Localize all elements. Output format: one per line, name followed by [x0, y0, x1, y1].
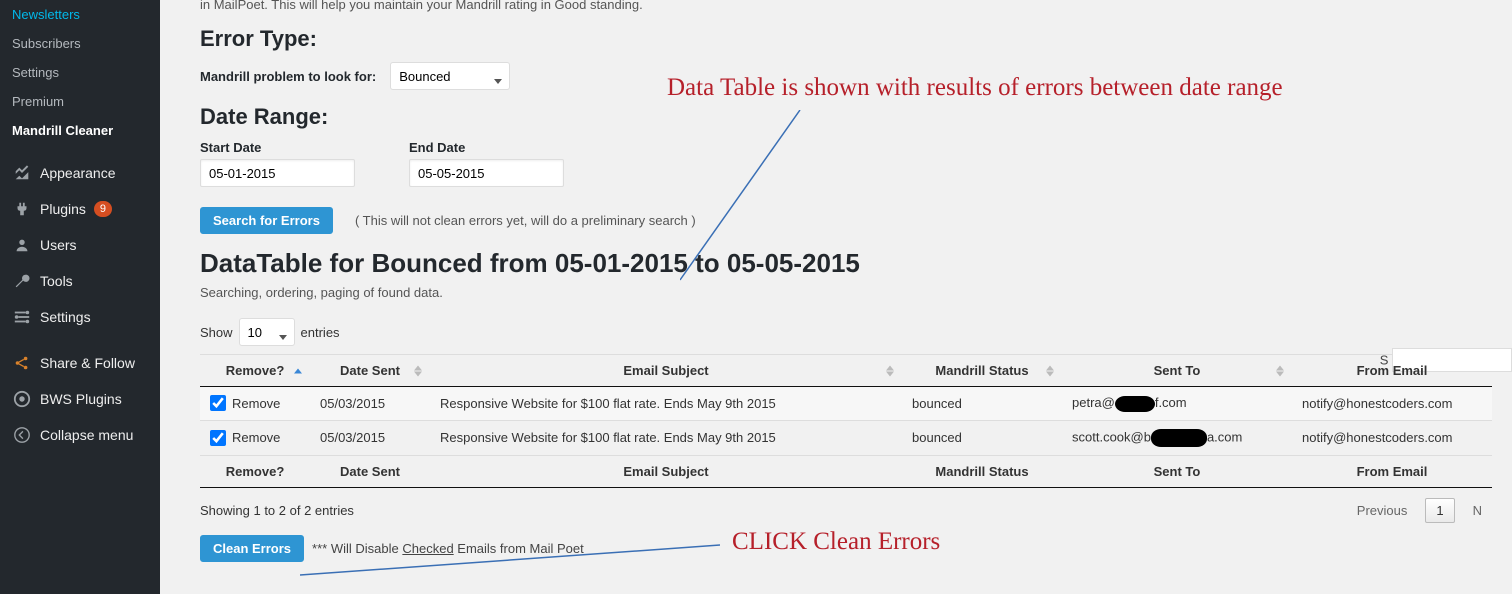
sidebar-item-share-follow[interactable]: Share & Follow	[0, 345, 160, 381]
sidebar-item-label: Settings	[40, 309, 91, 325]
sort-icon	[1046, 365, 1054, 376]
cell-sent-to: petra@f.com	[1062, 387, 1292, 421]
sort-icon	[414, 365, 422, 376]
entries-label: entries	[301, 325, 340, 340]
users-icon	[12, 235, 32, 255]
date-range-heading: Date Range:	[200, 104, 1492, 130]
plugins-icon	[12, 199, 32, 219]
sidebar-item-premium[interactable]: Premium	[0, 87, 160, 116]
error-type-heading: Error Type:	[200, 26, 1492, 52]
start-date-input[interactable]	[200, 159, 355, 187]
start-date-label: Start Date	[200, 140, 355, 155]
datatable-info: Showing 1 to 2 of 2 entries	[200, 503, 354, 518]
sidebar-item-plugins[interactable]: Plugins 9	[0, 191, 160, 227]
cell-status: bounced	[902, 420, 1062, 455]
remove-checkbox[interactable]	[210, 430, 226, 446]
table-row: Remove 05/03/2015 Responsive Website for…	[200, 420, 1492, 455]
collapse-menu[interactable]: Collapse menu	[0, 417, 160, 453]
datatable-subtitle: Searching, ordering, paging of found dat…	[200, 285, 1492, 300]
remove-text: Remove	[232, 430, 280, 445]
foot-status: Mandrill Status	[902, 455, 1062, 487]
foot-sent-to: Sent To	[1062, 455, 1292, 487]
collapse-label: Collapse menu	[40, 427, 133, 443]
sidebar-item-settings[interactable]: Settings	[0, 299, 160, 335]
datatable-title: DataTable for Bounced from 05-01-2015 to…	[200, 248, 1492, 279]
sort-icon	[294, 368, 302, 373]
plugins-update-badge: 9	[94, 201, 112, 217]
sidebar-item-subscribers[interactable]: Subscribers	[0, 29, 160, 58]
cell-date: 05/03/2015	[310, 420, 430, 455]
table-row: Remove 05/03/2015 Responsive Website for…	[200, 387, 1492, 421]
foot-from: From Email	[1292, 455, 1492, 487]
errors-table: Remove? Date Sent Email Subject Mandrill…	[200, 354, 1492, 488]
sidebar-item-label: Share & Follow	[40, 355, 135, 371]
col-remove[interactable]: Remove?	[200, 355, 310, 387]
remove-text: Remove	[232, 396, 280, 411]
cell-from: notify@honestcoders.com	[1292, 387, 1492, 421]
cell-subject: Responsive Website for $100 flat rate. E…	[430, 387, 902, 421]
remove-checkbox-label[interactable]: Remove	[210, 395, 300, 411]
paginate-previous[interactable]: Previous	[1347, 499, 1418, 522]
cell-status: bounced	[902, 387, 1062, 421]
sort-icon	[886, 365, 894, 376]
sidebar-item-settings-sub[interactable]: Settings	[0, 58, 160, 87]
paginate-page-1[interactable]: 1	[1425, 498, 1454, 523]
sidebar-item-label: Users	[40, 237, 77, 253]
share-icon	[12, 353, 32, 373]
cell-sent-to: scott.cook@ba.com	[1062, 420, 1292, 455]
clean-errors-button[interactable]: Clean Errors	[200, 535, 304, 562]
cell-date: 05/03/2015	[310, 387, 430, 421]
collapse-icon	[12, 425, 32, 445]
paginate-next[interactable]: N	[1463, 499, 1492, 522]
redacted-text	[1151, 429, 1207, 447]
sidebar-item-label: Appearance	[40, 165, 116, 181]
redacted-text	[1115, 396, 1155, 412]
appearance-icon	[12, 163, 32, 183]
foot-date-sent: Date Sent	[310, 455, 430, 487]
mandrill-problem-select[interactable]: Bounced	[390, 62, 510, 90]
admin-sidebar: Newsletters Subscribers Settings Premium…	[0, 0, 160, 594]
col-from[interactable]: From Email	[1292, 355, 1492, 387]
main-content: in MailPoet. This will help you maintain…	[180, 0, 1512, 562]
foot-remove: Remove?	[200, 455, 310, 487]
col-status[interactable]: Mandrill Status	[902, 355, 1062, 387]
sidebar-item-label: BWS Plugins	[40, 391, 122, 407]
sidebar-item-bws-plugins[interactable]: BWS Plugins	[0, 381, 160, 417]
sidebar-item-newsletters[interactable]: Newsletters	[0, 0, 160, 29]
col-subject[interactable]: Email Subject	[430, 355, 902, 387]
datatable-paginate: Previous 1 N	[1347, 498, 1492, 523]
col-sent-to[interactable]: Sent To	[1062, 355, 1292, 387]
cell-from: notify@honestcoders.com	[1292, 420, 1492, 455]
search-for-errors-button[interactable]: Search for Errors	[200, 207, 333, 234]
remove-checkbox[interactable]	[210, 395, 226, 411]
cell-subject: Responsive Website for $100 flat rate. E…	[430, 420, 902, 455]
bws-icon	[12, 389, 32, 409]
sort-icon	[1276, 365, 1284, 376]
sidebar-item-label: Tools	[40, 273, 73, 289]
end-date-label: End Date	[409, 140, 564, 155]
sidebar-item-tools[interactable]: Tools	[0, 263, 160, 299]
remove-checkbox-label[interactable]: Remove	[210, 430, 300, 446]
tools-icon	[12, 271, 32, 291]
mandrill-problem-label: Mandrill problem to look for:	[200, 69, 376, 84]
intro-text-cutoff: in MailPoet. This will help you maintain…	[200, 0, 1492, 12]
clean-errors-note: *** Will Disable Checked Emails from Mai…	[312, 541, 584, 556]
col-date-sent[interactable]: Date Sent	[310, 355, 430, 387]
sidebar-item-mandrill-cleaner[interactable]: Mandrill Cleaner	[0, 116, 160, 145]
sidebar-item-users[interactable]: Users	[0, 227, 160, 263]
sidebar-item-label: Plugins	[40, 201, 86, 217]
search-note: ( This will not clean errors yet, will d…	[355, 213, 696, 228]
foot-subject: Email Subject	[430, 455, 902, 487]
entries-length-select[interactable]: 10	[239, 318, 295, 346]
settings-icon	[12, 307, 32, 327]
sidebar-item-appearance[interactable]: Appearance	[0, 155, 160, 191]
show-label: Show	[200, 325, 233, 340]
end-date-input[interactable]	[409, 159, 564, 187]
